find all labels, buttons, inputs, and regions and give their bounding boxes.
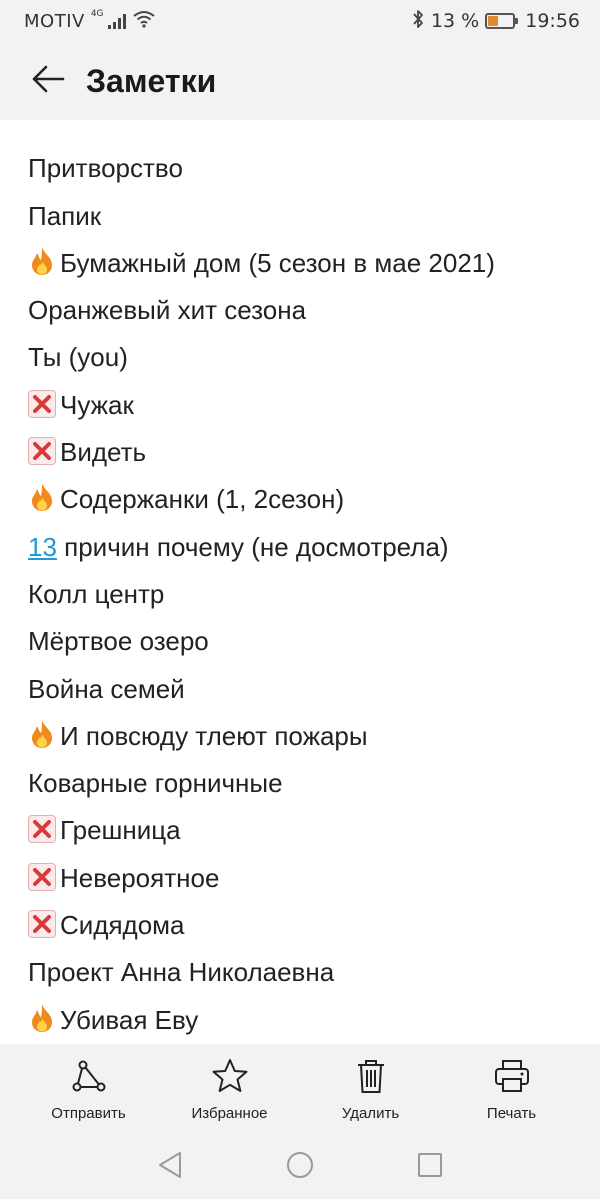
note-line[interactable]: Чужак — [28, 382, 495, 429]
note-line[interactable]: Грешница — [28, 807, 495, 854]
fire-icon — [28, 480, 56, 527]
bottom-action-bar: Отправить Избранное Удалить Печать — [0, 1044, 600, 1134]
battery-level — [488, 16, 498, 26]
note-line[interactable]: Убивая Еву — [28, 997, 495, 1044]
print-label: Печать — [486, 1104, 537, 1122]
cross-mark-icon — [28, 389, 56, 418]
note-text: причин почему (не досмотрела) — [56, 531, 449, 562]
nav-back-button[interactable] — [153, 1150, 187, 1184]
note-text: Ты (you) — [28, 342, 128, 373]
circle-home-icon — [285, 1150, 315, 1184]
note-line[interactable]: Бумажный дом (5 сезон в мае 2021) — [28, 240, 495, 287]
status-right: 13 % 19:56 — [411, 9, 580, 34]
cross-mark-icon — [28, 815, 56, 844]
clock: 19:56 — [525, 10, 580, 32]
note-text: Проект Анна Николаевна — [28, 957, 335, 988]
triangle-back-icon — [156, 1150, 184, 1184]
note-line[interactable]: Видеть — [28, 429, 495, 476]
app-bar: Заметки — [0, 42, 600, 120]
note-line[interactable]: Оранжевый хит сезона — [28, 287, 495, 334]
favorite-button[interactable]: Избранное — [170, 1057, 290, 1122]
page-title: Заметки — [86, 62, 217, 99]
note-line[interactable]: Мёртвое озеро — [28, 618, 495, 665]
note-text: И повсюду тлеют пожары — [60, 720, 368, 751]
nav-home-button[interactable] — [283, 1150, 317, 1184]
back-button[interactable] — [28, 61, 68, 101]
system-nav-bar — [0, 1134, 600, 1199]
note-line[interactable]: Колл центр — [28, 571, 495, 618]
note-text: Убивая Еву — [60, 1004, 199, 1035]
note-text: Папик — [28, 200, 102, 231]
note-text: Колл центр — [28, 578, 165, 609]
note-line[interactable]: Притворство — [28, 145, 495, 192]
note-line[interactable]: 13 причин почему (не досмотрела) — [28, 524, 495, 571]
note-text: Война семей — [28, 673, 185, 704]
note-text: Невероятное — [60, 862, 220, 893]
battery-icon — [485, 13, 519, 29]
note-line[interactable]: Ты (you) — [28, 334, 495, 381]
note-line[interactable]: Коварные горничные — [28, 760, 495, 807]
carrier-name: MOTIV — [24, 10, 85, 32]
cross-mark-icon — [28, 437, 56, 466]
share-icon — [69, 1057, 109, 1099]
favorite-label: Избранное — [191, 1104, 268, 1122]
note-text: Притворство — [28, 153, 183, 184]
note-line[interactable]: Содержанки (1, 2сезон) — [28, 476, 495, 523]
note-text: Сидядома — [60, 910, 185, 941]
note-line[interactable] — [28, 120, 495, 145]
network-type: 4G — [90, 9, 104, 19]
send-button[interactable]: Отправить — [29, 1057, 149, 1122]
note-line[interactable]: Невероятное — [28, 855, 495, 902]
nav-recents-button[interactable] — [413, 1150, 447, 1184]
note-text: Видеть — [60, 437, 147, 468]
note-line[interactable]: И повсюду тлеют пожары — [28, 713, 495, 760]
delete-label: Удалить — [341, 1104, 400, 1122]
note-text: Содержанки (1, 2сезон) — [60, 484, 345, 515]
note-line[interactable]: Война семей — [28, 666, 495, 713]
delete-button[interactable]: Удалить — [311, 1057, 431, 1122]
signal-icon — [107, 13, 126, 29]
trash-icon — [351, 1057, 391, 1099]
cross-mark-icon — [28, 862, 56, 891]
note-link[interactable]: 13 — [28, 532, 57, 562]
note-line[interactable]: Сидядома — [28, 902, 495, 949]
send-label: Отправить — [51, 1104, 126, 1122]
status-left: MOTIV 4G — [24, 9, 156, 33]
note-text: Оранжевый хит сезона — [28, 295, 307, 326]
printer-icon — [492, 1057, 532, 1099]
square-recents-icon — [416, 1151, 444, 1183]
battery-text: 13 % — [430, 10, 480, 32]
fire-icon — [28, 244, 56, 291]
star-icon — [210, 1057, 250, 1099]
print-button[interactable]: Печать — [452, 1057, 572, 1122]
note-text: Мёртвое озеро — [28, 626, 209, 657]
note-text: Грешница — [60, 815, 181, 846]
arrow-left-icon — [31, 64, 65, 98]
note-text: Коварные горничные — [28, 768, 283, 799]
note-text: Бумажный дом (5 сезон в мае 2021) — [60, 247, 495, 278]
wifi-icon — [132, 10, 156, 33]
cross-mark-icon — [28, 910, 56, 939]
note-content[interactable]: Притворство Папик Бумажный дом (5 сезон в … — [0, 120, 600, 1044]
fire-icon — [28, 1001, 56, 1044]
note-line[interactable]: Проект Анна Николаевна — [28, 949, 495, 996]
note-line[interactable]: Папик — [28, 193, 495, 240]
fire-icon — [28, 717, 56, 764]
note-lines: Притворство Папик Бумажный дом (5 сезон в … — [28, 120, 495, 1044]
note-text: Чужак — [60, 389, 134, 420]
bluetooth-icon — [411, 9, 425, 34]
status-bar: MOTIV 4G 13 % 19:56 — [0, 0, 600, 42]
